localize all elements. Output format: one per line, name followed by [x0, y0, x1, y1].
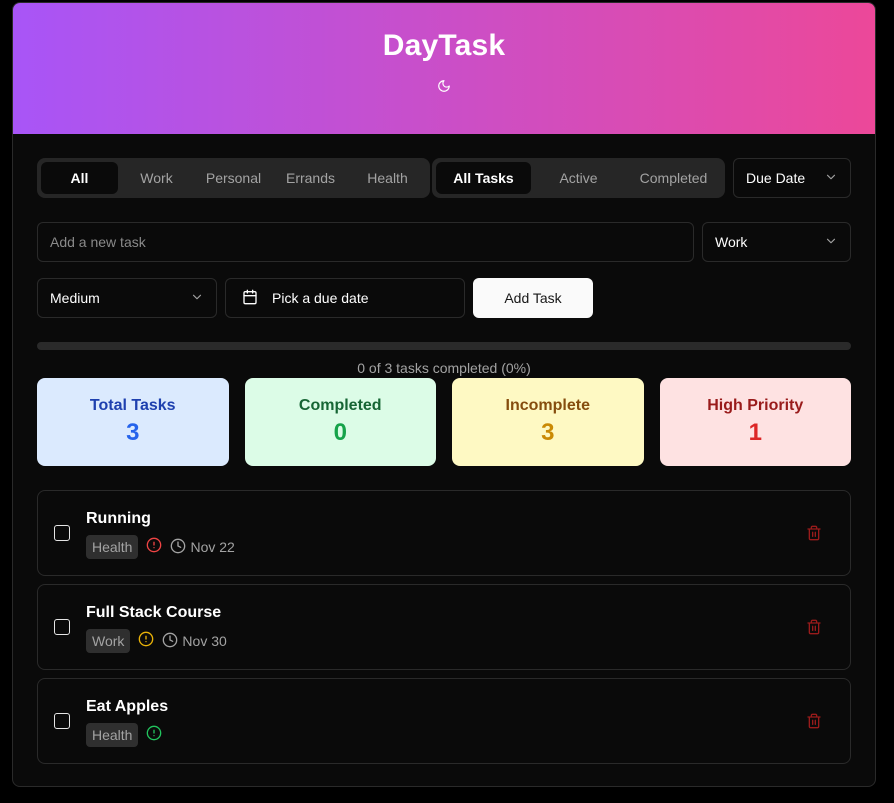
add-task-button[interactable]: Add Task	[473, 278, 593, 318]
progress-bar	[37, 342, 851, 350]
task-meta: Work Nov 30	[86, 629, 227, 653]
progress-section: 0 of 3 tasks completed (0%)	[37, 342, 851, 376]
stat-high-label: High Priority	[707, 397, 804, 414]
chevron-down-icon	[824, 170, 838, 187]
stat-total-label: Total Tasks	[89, 397, 176, 414]
category-tab-work[interactable]: Work	[118, 162, 195, 194]
app-header: DayTask	[13, 3, 875, 134]
status-tab-completed[interactable]: Completed	[626, 162, 721, 194]
stats-row: Total Tasks 3 Completed 0 Incomplete 3 H…	[37, 378, 851, 466]
stat-incomplete: Incomplete 3	[452, 378, 644, 466]
category-tab-errands[interactable]: Errands	[272, 162, 349, 194]
status-tab-all[interactable]: All Tasks	[436, 162, 531, 194]
alert-circle-icon	[146, 725, 162, 746]
category-tab-all[interactable]: All	[41, 162, 118, 194]
due-date-label: Pick a due date	[272, 290, 369, 306]
task-meta: Health	[86, 723, 162, 747]
chevron-down-icon	[190, 290, 204, 307]
trash-icon[interactable]	[806, 619, 822, 635]
due-date-text: Nov 22	[190, 539, 235, 555]
category-badge: Health	[86, 535, 139, 559]
task-options-row: Medium Pick a due date Add Task	[37, 278, 851, 318]
trash-icon[interactable]	[806, 713, 822, 729]
chevron-down-icon	[824, 234, 838, 251]
task-meta: Health Nov 22	[86, 535, 235, 559]
task-checkbox[interactable]	[54, 619, 70, 635]
new-task-input[interactable]	[37, 222, 694, 262]
task-checkbox[interactable]	[54, 713, 70, 729]
app-body: All Work Personal Errands Health All Tas…	[13, 134, 875, 764]
clock-icon	[162, 632, 178, 651]
stat-completed-value: 0	[333, 419, 347, 446]
stat-total-value: 3	[126, 419, 140, 446]
calendar-icon	[242, 289, 258, 308]
stat-total: Total Tasks 3	[37, 378, 229, 466]
priority-select-value: Medium	[50, 290, 100, 306]
app-card: DayTask All Work Personal Errands Health…	[12, 2, 876, 787]
alert-circle-icon	[138, 631, 154, 652]
task-item: Running Health Nov 22	[37, 490, 851, 576]
app-title: DayTask	[382, 29, 506, 62]
status-tab-active[interactable]: Active	[531, 162, 626, 194]
stat-completed-label: Completed	[298, 397, 382, 414]
category-filter: All Work Personal Errands Health	[37, 158, 430, 198]
task-list: Running Health Nov 22 Full Stack Course …	[37, 490, 851, 764]
trash-icon[interactable]	[806, 525, 822, 541]
stat-incomplete-label: Incomplete	[505, 397, 590, 414]
category-select-value: Work	[715, 234, 748, 250]
task-item: Full Stack Course Work Nov 30	[37, 584, 851, 670]
category-select[interactable]: Work	[702, 222, 851, 262]
due-date: Nov 22	[170, 538, 235, 557]
stat-incomplete-value: 3	[541, 419, 555, 446]
sort-select[interactable]: Due Date	[733, 158, 851, 198]
task-title: Running	[86, 510, 151, 527]
moon-icon[interactable]	[435, 77, 453, 95]
due-date: Nov 30	[162, 632, 227, 651]
status-filter: All Tasks Active Completed	[432, 158, 725, 198]
task-checkbox[interactable]	[54, 525, 70, 541]
category-badge: Work	[86, 629, 131, 653]
filter-row: All Work Personal Errands Health All Tas…	[37, 158, 851, 198]
stat-completed: Completed 0	[244, 378, 436, 466]
due-date-text: Nov 30	[182, 633, 227, 649]
stat-high-priority: High Priority 1	[659, 378, 851, 466]
priority-select[interactable]: Medium	[37, 278, 217, 318]
stat-high-value: 1	[748, 419, 762, 446]
category-badge: Health	[86, 723, 139, 747]
alert-circle-icon	[146, 537, 162, 558]
progress-text: 0 of 3 tasks completed (0%)	[357, 360, 531, 376]
category-tab-health[interactable]: Health	[349, 162, 426, 194]
clock-icon	[170, 538, 186, 557]
task-item: Eat Apples Health	[37, 678, 851, 764]
due-date-picker[interactable]: Pick a due date	[225, 278, 465, 318]
new-task-row: Work	[37, 222, 851, 262]
sort-select-value: Due Date	[746, 170, 806, 186]
task-title: Eat Apples	[86, 698, 169, 715]
category-tab-personal[interactable]: Personal	[195, 162, 272, 194]
task-title: Full Stack Course	[86, 604, 222, 621]
